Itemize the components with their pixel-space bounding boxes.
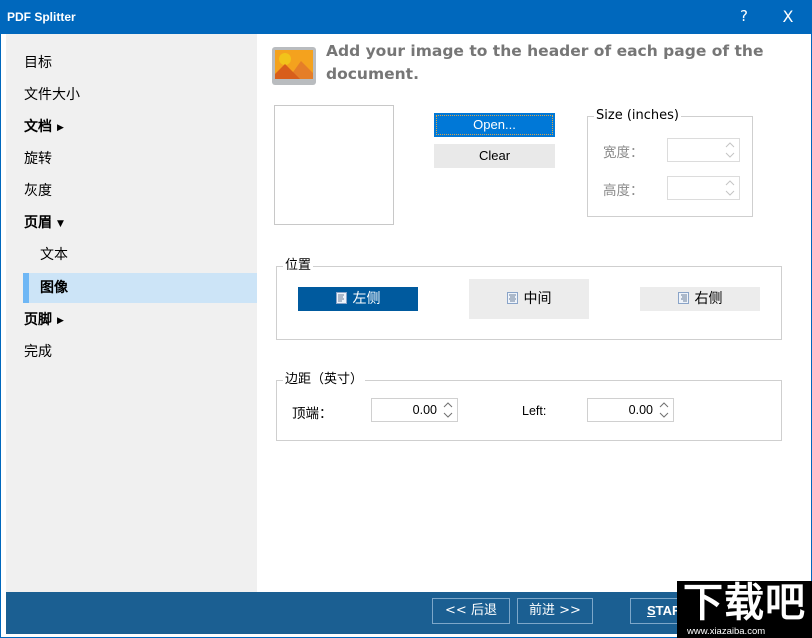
sidebar-item-label: 灰度 [24, 183, 52, 199]
position-left-button[interactable]: 左侧 [298, 287, 418, 311]
align-center-icon [506, 292, 518, 304]
sidebar-item-footer[interactable]: 页脚 ▶ [6, 305, 257, 335]
close-button[interactable]: X [779, 7, 797, 27]
left-margin-label: Left: [522, 404, 547, 418]
position-group-legend: 位置 [283, 257, 314, 275]
sidebar-item-file-size[interactable]: 文件大小 [6, 80, 257, 110]
left-margin-value: 0.00 [628, 403, 653, 417]
size-group: Size (inches) 宽度： 高度： [587, 107, 753, 217]
position-group: 位置 左侧 中间 右侧 [276, 257, 782, 340]
sidebar-item-label: 页眉 [24, 215, 52, 231]
sidebar-item-header[interactable]: 页眉 ▼ [6, 208, 257, 238]
position-center-button[interactable]: 中间 [469, 279, 589, 319]
height-stepper[interactable] [667, 176, 740, 200]
sidebar-nav: 目标 文件大小 文档 ▶ 旋转 灰度 页眉 ▼ 文本 图像 页脚 ▶ 完成 [6, 34, 257, 592]
sidebar-item-document[interactable]: 文档 ▶ [6, 112, 257, 142]
top-margin-value: 0.00 [412, 403, 437, 417]
sidebar-item-grayscale[interactable]: 灰度 [6, 176, 257, 206]
help-button[interactable]: ? [737, 7, 751, 27]
page-description: Add your image to the header of each pag… [326, 42, 764, 83]
top-margin-stepper[interactable]: 0.00 [371, 398, 458, 422]
selection-indicator [23, 273, 29, 303]
position-center-label: 中间 [523, 291, 552, 307]
sidebar-item-header-text[interactable]: 文本 [6, 240, 257, 270]
align-left-icon [335, 292, 347, 304]
image-preview [274, 105, 394, 225]
sidebar-item-label: 目标 [24, 55, 52, 71]
align-right-icon [677, 292, 689, 304]
next-button[interactable]: 前进 >> [517, 598, 593, 624]
sidebar-item-label: 图像 [40, 280, 68, 296]
app-window: PDF Splitter ? X 目标 文件大小 文档 ▶ 旋转 灰度 页眉 ▼ 文… [0, 0, 812, 638]
spin-arrows-icon[interactable] [442, 400, 454, 420]
sidebar-item-finish[interactable]: 完成 [6, 337, 257, 367]
left-margin-stepper[interactable]: 0.00 [587, 398, 674, 422]
width-label: 宽度： [603, 145, 644, 161]
width-stepper[interactable] [667, 138, 740, 162]
position-left-label: 左侧 [352, 291, 381, 307]
back-button[interactable]: << 后退 [432, 598, 510, 624]
watermark-logo: 下载吧 www.xiazaiba.com [677, 581, 812, 638]
position-right-label: 右侧 [694, 291, 723, 307]
image-icon [272, 47, 316, 85]
sidebar-item-header-image[interactable]: 图像 [23, 273, 257, 303]
sidebar-item-label: 页脚 [24, 312, 52, 328]
start-accelerator: S [647, 603, 656, 618]
height-label: 高度： [603, 183, 644, 199]
window-title: PDF Splitter [7, 10, 76, 24]
watermark-text: 下载吧 [683, 580, 806, 626]
position-right-button[interactable]: 右侧 [640, 287, 760, 311]
margin-group: 边距（英寸） 顶端： 0.00 Left: 0.00 [276, 371, 782, 441]
sidebar-item-rotate[interactable]: 旋转 [6, 144, 257, 174]
chevron-down-icon: ▼ [57, 219, 64, 229]
open-image-button[interactable]: Open... [434, 113, 555, 137]
top-margin-label: 顶端： [292, 406, 333, 422]
size-group-legend: Size (inches) [594, 107, 681, 125]
sidebar-item-label: 文本 [40, 247, 68, 263]
sidebar-item-target[interactable]: 目标 [6, 48, 257, 78]
chevron-right-icon: ▶ [57, 123, 64, 133]
main-panel: Add your image to the header of each pag… [257, 34, 811, 592]
sidebar-item-label: 旋转 [24, 151, 52, 167]
chevron-right-icon: ▶ [57, 316, 64, 326]
spin-arrows-icon[interactable] [658, 400, 670, 420]
spin-arrows-icon[interactable] [724, 178, 736, 198]
clear-image-button[interactable]: Clear [434, 144, 555, 168]
title-bar: PDF Splitter ? X [1, 1, 812, 34]
margin-group-legend: 边距（英寸） [283, 371, 366, 389]
focus-rect [436, 115, 553, 135]
sidebar-item-label: 文件大小 [24, 87, 80, 103]
spin-arrows-icon[interactable] [724, 140, 736, 160]
sidebar-item-label: 完成 [24, 344, 52, 360]
sidebar-item-label: 文档 [24, 119, 52, 135]
watermark-url: www.xiazaiba.com [687, 626, 766, 637]
